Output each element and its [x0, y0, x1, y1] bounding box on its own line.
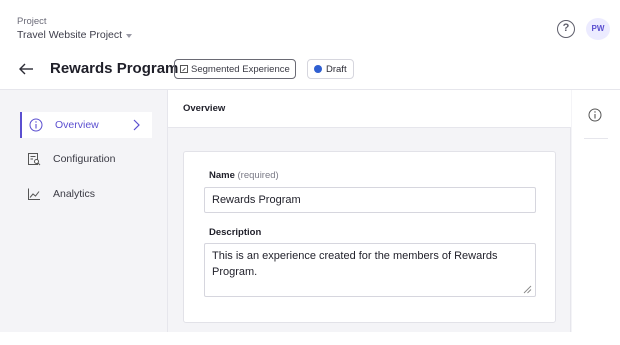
- sidebar-item-label: Configuration: [53, 153, 116, 165]
- back-arrow-icon[interactable]: [17, 60, 35, 78]
- chevron-right-icon: [133, 119, 140, 131]
- name-field-label: Name (required): [209, 170, 279, 181]
- project-selector[interactable]: Travel Website Project: [17, 29, 133, 41]
- help-icon[interactable]: ?: [557, 20, 575, 38]
- info-icon[interactable]: [588, 108, 602, 122]
- sidebar-item-configuration[interactable]: Configuration: [20, 146, 152, 172]
- sidebar: Overview Configuration Analytics: [6, 90, 166, 332]
- bottom-bar: [0, 332, 620, 345]
- project-label: Project: [17, 16, 47, 27]
- overview-card: Name (required) Description This is an e…: [183, 151, 556, 323]
- page-title: Rewards Program: [50, 60, 179, 77]
- divider: [584, 138, 608, 139]
- sidebar-item-analytics[interactable]: Analytics: [20, 181, 152, 207]
- info-icon: [28, 117, 44, 133]
- status-dot-icon: [314, 65, 322, 73]
- segment-icon: [180, 65, 188, 73]
- section-title: Overview: [183, 103, 226, 114]
- main-header: Overview: [168, 90, 571, 128]
- avatar[interactable]: PW: [586, 18, 610, 40]
- main-panel: Overview Name (required) Description Thi…: [167, 90, 571, 332]
- right-panel: [572, 90, 620, 332]
- sidebar-item-label: Analytics: [53, 188, 96, 200]
- status-badge: Draft: [307, 59, 354, 79]
- configuration-icon: [26, 151, 42, 167]
- sidebar-item-overview[interactable]: Overview: [20, 112, 152, 138]
- segmented-experience-badge: Segmented Experience: [174, 59, 296, 79]
- segmented-experience-label: Segmented Experience: [191, 63, 290, 75]
- name-label: Name: [209, 170, 235, 181]
- caret-down-icon: [126, 34, 133, 38]
- top-bar: Project Travel Website Project ? PW: [0, 0, 620, 48]
- title-bar: Rewards Program Segmented Experience Dra…: [0, 48, 620, 90]
- analytics-icon: [26, 186, 42, 202]
- resize-handle-icon[interactable]: [523, 285, 532, 294]
- required-hint: (required): [237, 170, 279, 181]
- name-input[interactable]: [204, 187, 536, 213]
- project-name: Travel Website Project: [17, 29, 123, 41]
- status-label: Draft: [326, 63, 347, 75]
- description-label: Description: [209, 227, 262, 238]
- sidebar-item-label: Overview: [55, 119, 99, 131]
- description-textarea[interactable]: This is an experience created for the me…: [204, 243, 536, 297]
